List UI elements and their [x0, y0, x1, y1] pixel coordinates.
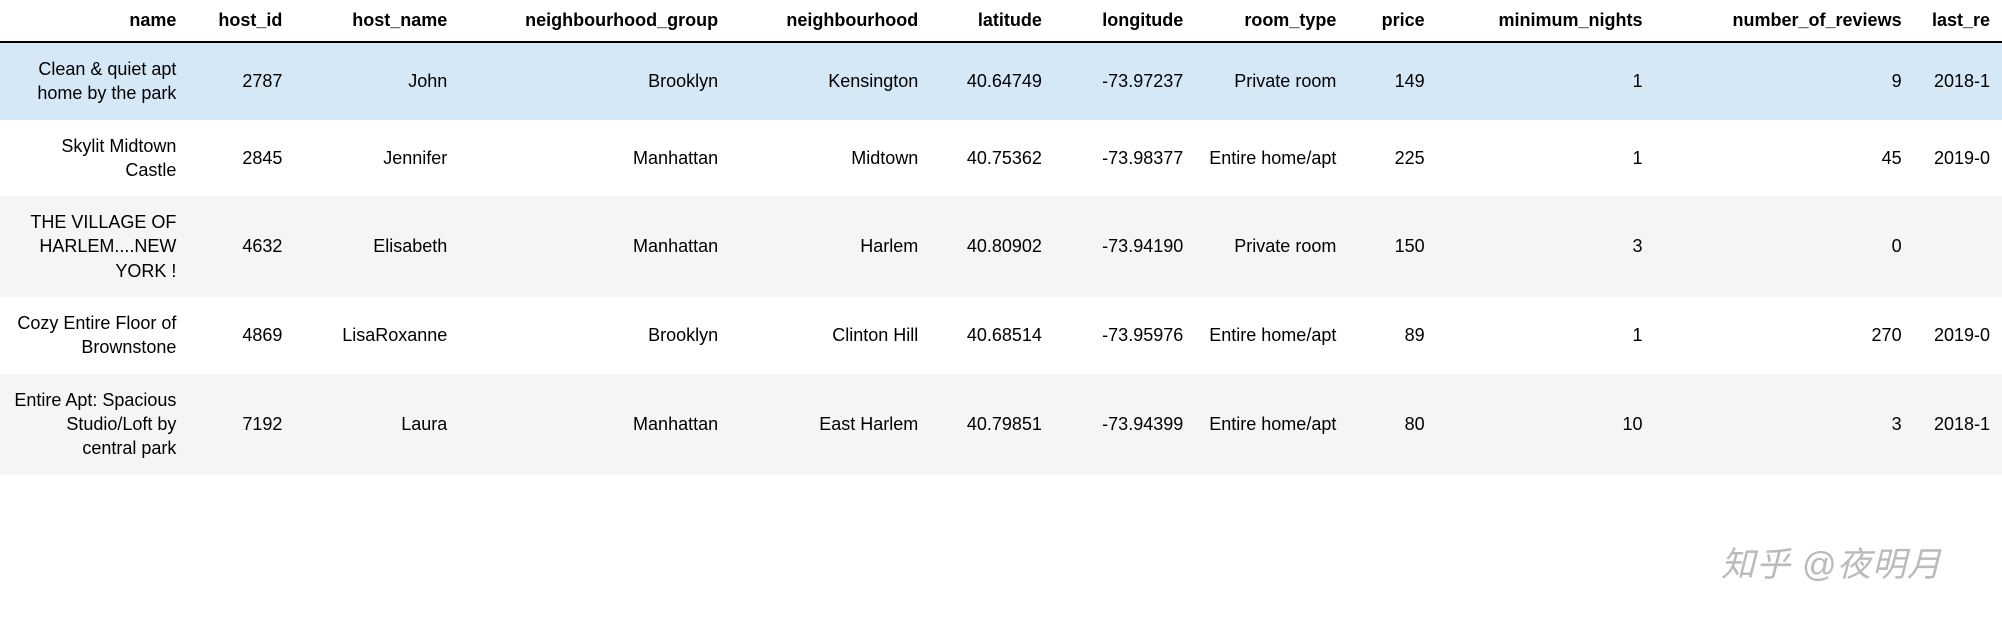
cell-latitude: 40.64749: [930, 42, 1054, 120]
cell-latitude: 40.68514: [930, 297, 1054, 374]
cell-host_name: Laura: [294, 374, 459, 475]
cell-host_name: LisaRoxanne: [294, 297, 459, 374]
cell-neighbourhood: Clinton Hill: [730, 297, 930, 374]
column-header-name[interactable]: name: [0, 0, 188, 42]
cell-name: Skylit Midtown Castle: [0, 120, 188, 197]
cell-last_review: 2018-1: [1914, 42, 2002, 120]
column-header-neighbourhood_group[interactable]: neighbourhood_group: [459, 0, 730, 42]
column-header-longitude[interactable]: longitude: [1054, 0, 1195, 42]
cell-host_id: 2787: [188, 42, 294, 120]
column-header-number_of_reviews[interactable]: number_of_reviews: [1655, 0, 1914, 42]
cell-host_id: 7192: [188, 374, 294, 475]
cell-neighbourhood: Midtown: [730, 120, 930, 197]
cell-minimum_nights: 1: [1437, 297, 1655, 374]
cell-price: 150: [1348, 196, 1436, 297]
cell-neighbourhood_group: Manhattan: [459, 196, 730, 297]
cell-host_name: John: [294, 42, 459, 120]
table-row[interactable]: Cozy Entire Floor of Brownstone4869LisaR…: [0, 297, 2002, 374]
cell-latitude: 40.79851: [930, 374, 1054, 475]
cell-number_of_reviews: 0: [1655, 196, 1914, 297]
column-header-host_id[interactable]: host_id: [188, 0, 294, 42]
cell-room_type: Private room: [1195, 42, 1348, 120]
cell-minimum_nights: 1: [1437, 120, 1655, 197]
dataframe-table: namehost_idhost_nameneighbourhood_groupn…: [0, 0, 2002, 475]
column-header-price[interactable]: price: [1348, 0, 1436, 42]
cell-number_of_reviews: 9: [1655, 42, 1914, 120]
cell-price: 149: [1348, 42, 1436, 120]
cell-longitude: -73.94190: [1054, 196, 1195, 297]
cell-host_id: 2845: [188, 120, 294, 197]
cell-room_type: Entire home/apt: [1195, 120, 1348, 197]
cell-last_review: [1914, 196, 2002, 297]
cell-host_id: 4869: [188, 297, 294, 374]
cell-neighbourhood_group: Manhattan: [459, 120, 730, 197]
cell-host_name: Elisabeth: [294, 196, 459, 297]
cell-price: 225: [1348, 120, 1436, 197]
column-header-last_review[interactable]: last_re: [1914, 0, 2002, 42]
column-header-minimum_nights[interactable]: minimum_nights: [1437, 0, 1655, 42]
table-row[interactable]: THE VILLAGE OF HARLEM....NEW YORK !4632E…: [0, 196, 2002, 297]
table-row[interactable]: Skylit Midtown Castle2845JenniferManhatt…: [0, 120, 2002, 197]
cell-name: Entire Apt: Spacious Studio/Loft by cent…: [0, 374, 188, 475]
cell-price: 89: [1348, 297, 1436, 374]
column-header-latitude[interactable]: latitude: [930, 0, 1054, 42]
cell-name: THE VILLAGE OF HARLEM....NEW YORK !: [0, 196, 188, 297]
cell-price: 80: [1348, 374, 1436, 475]
cell-host_name: Jennifer: [294, 120, 459, 197]
cell-latitude: 40.80902: [930, 196, 1054, 297]
cell-longitude: -73.98377: [1054, 120, 1195, 197]
table-row[interactable]: Entire Apt: Spacious Studio/Loft by cent…: [0, 374, 2002, 475]
cell-neighbourhood: Kensington: [730, 42, 930, 120]
cell-room_type: Entire home/apt: [1195, 297, 1348, 374]
cell-latitude: 40.75362: [930, 120, 1054, 197]
column-header-host_name[interactable]: host_name: [294, 0, 459, 42]
column-header-room_type[interactable]: room_type: [1195, 0, 1348, 42]
cell-host_id: 4632: [188, 196, 294, 297]
cell-last_review: 2018-1: [1914, 374, 2002, 475]
cell-number_of_reviews: 45: [1655, 120, 1914, 197]
cell-minimum_nights: 1: [1437, 42, 1655, 120]
table-body: Clean & quiet apt home by the park2787Jo…: [0, 42, 2002, 475]
cell-name: Clean & quiet apt home by the park: [0, 42, 188, 120]
cell-longitude: -73.97237: [1054, 42, 1195, 120]
cell-number_of_reviews: 270: [1655, 297, 1914, 374]
cell-room_type: Entire home/apt: [1195, 374, 1348, 475]
cell-neighbourhood: Harlem: [730, 196, 930, 297]
cell-minimum_nights: 3: [1437, 196, 1655, 297]
table-row[interactable]: Clean & quiet apt home by the park2787Jo…: [0, 42, 2002, 120]
cell-neighbourhood_group: Brooklyn: [459, 297, 730, 374]
cell-longitude: -73.94399: [1054, 374, 1195, 475]
cell-neighbourhood_group: Manhattan: [459, 374, 730, 475]
dataframe-table-container: namehost_idhost_nameneighbourhood_groupn…: [0, 0, 2002, 475]
table-header-row: namehost_idhost_nameneighbourhood_groupn…: [0, 0, 2002, 42]
column-header-neighbourhood[interactable]: neighbourhood: [730, 0, 930, 42]
cell-number_of_reviews: 3: [1655, 374, 1914, 475]
cell-longitude: -73.95976: [1054, 297, 1195, 374]
cell-neighbourhood: East Harlem: [730, 374, 930, 475]
cell-minimum_nights: 10: [1437, 374, 1655, 475]
cell-last_review: 2019-0: [1914, 120, 2002, 197]
watermark-text: 知乎 @夜明月: [1721, 537, 1942, 586]
cell-name: Cozy Entire Floor of Brownstone: [0, 297, 188, 374]
cell-room_type: Private room: [1195, 196, 1348, 297]
cell-neighbourhood_group: Brooklyn: [459, 42, 730, 120]
cell-last_review: 2019-0: [1914, 297, 2002, 374]
